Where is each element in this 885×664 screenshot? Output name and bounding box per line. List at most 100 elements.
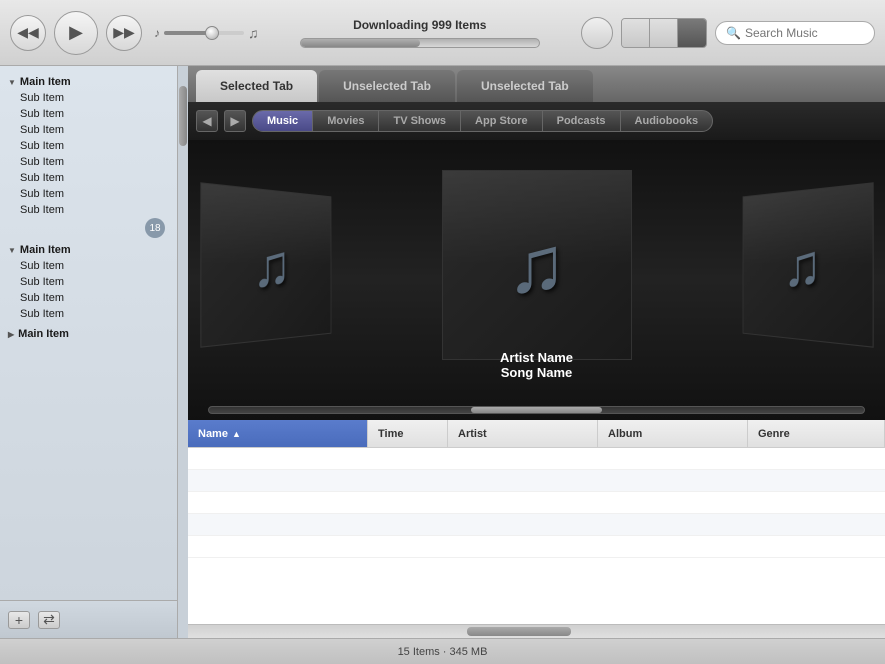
sidebar-sub-item-1-1[interactable]: Sub Item [0,90,177,106]
col-header-album[interactable]: Album [598,420,748,447]
prev-button[interactable]: ◀◀ [10,15,46,51]
volume-thumb [205,26,219,40]
add-button[interactable]: + [8,611,30,629]
artist-name: Artist Name [500,350,573,365]
volume-min-icon: ♪ [154,26,160,40]
album-card-right1[interactable]: ♫ [742,182,873,348]
sidebar: ▼ Main Item Sub Item Sub Item Sub Item S… [0,66,178,638]
sidebar-main-label-2: Main Item [20,244,71,256]
nav-tv-shows[interactable]: TV Shows [379,111,461,131]
album-art-right1: ♫ [742,182,873,348]
table-rows [188,448,885,624]
table-row[interactable] [188,536,885,558]
tab-unselected-2[interactable]: Unselected Tab [457,70,593,102]
sidebar-sub-item-2-1[interactable]: Sub Item [0,258,177,274]
table-row[interactable] [188,492,885,514]
col-genre-label: Genre [758,428,790,440]
tab-unselected-1[interactable]: Unselected Tab [319,70,455,102]
cover-flow[interactable]: ♫ ♫ ♫ ♫ [188,140,885,420]
view-btn-list[interactable] [622,19,650,47]
triangle-icon-1: ▼ [8,78,16,87]
cover-flow-scrollbar[interactable] [208,406,865,414]
sidebar-section-2: ▼ Main Item Sub Item Sub Item Sub Item S… [0,242,177,322]
status-text: 15 Items · 345 MB [398,646,488,658]
shuffle-button[interactable]: ⇄ [38,611,60,629]
nav-bar: ◀ ▶ Music Movies TV Shows App Store Podc… [188,102,885,140]
horizontal-scrollbar[interactable] [188,624,885,638]
nav-podcasts[interactable]: Podcasts [543,111,621,131]
sidebar-scroll-thumb [179,86,187,146]
next-button[interactable]: ▶▶ [106,15,142,51]
view-buttons [621,18,707,48]
cover-flow-scroll-thumb [471,407,602,413]
sidebar-sub-item-1-2[interactable]: Sub Item [0,106,177,122]
status-bar: 15 Items · 345 MB [0,638,885,664]
sidebar-sub-item-2-2[interactable]: Sub Item [0,274,177,290]
sidebar-section-3: ▶ Main Item [0,326,177,342]
sidebar-scrollbar[interactable] [178,66,188,638]
table-header: Name ▲ Time Artist Album Genre [188,420,885,448]
sidebar-content: ▼ Main Item Sub Item Sub Item Sub Item S… [0,66,177,600]
tab-selected[interactable]: Selected Tab [196,70,317,102]
sidebar-sub-item-1-5[interactable]: Sub Item [0,154,177,170]
col-album-label: Album [608,428,642,440]
volume-max-icon: ♫ [248,25,259,41]
table-row[interactable] [188,514,885,536]
album-art-left1: ♫ [200,182,331,348]
col-time-label: Time [378,428,403,440]
nav-app-store[interactable]: App Store [461,111,543,131]
badge-container-1: 18 [0,218,177,238]
nav-audiobooks[interactable]: Audiobooks [621,111,713,131]
album-art-center: ♫ [442,170,632,360]
view-btn-coverflow[interactable] [678,19,706,47]
search-icon: 🔍 [726,26,741,40]
play-button[interactable]: ▶ [54,11,98,55]
content-area: Selected Tab Unselected Tab Unselected T… [188,66,885,638]
tabs-row: Selected Tab Unselected Tab Unselected T… [188,66,885,102]
sidebar-footer: + ⇄ [0,600,177,638]
artist-info: Artist Name Song Name [500,350,573,380]
search-box[interactable]: 🔍 [715,21,875,45]
nav-movies[interactable]: Movies [313,111,379,131]
sidebar-main-item-1[interactable]: ▼ Main Item [0,74,177,90]
sidebar-main-item-2[interactable]: ▼ Main Item [0,242,177,258]
col-header-name[interactable]: Name ▲ [188,420,368,447]
progress-area: Downloading 999 Items [267,18,574,48]
sidebar-sub-item-1-3[interactable]: Sub Item [0,122,177,138]
album-card-center[interactable]: ♫ [442,170,632,360]
view-btn-grid[interactable] [650,19,678,47]
sidebar-sub-item-1-7[interactable]: Sub Item [0,186,177,202]
col-header-time[interactable]: Time [368,420,448,447]
sidebar-sub-item-1-4[interactable]: Sub Item [0,138,177,154]
progress-bar-container [300,38,540,48]
col-header-genre[interactable]: Genre [748,420,885,447]
col-artist-label: Artist [458,428,487,440]
album-card-left1[interactable]: ♫ [200,182,331,348]
toolbar-right: 🔍 [581,17,875,49]
music-note-right1: ♫ [783,230,822,301]
triangle-icon-2: ▼ [8,246,16,255]
downloading-title: Downloading 999 Items [353,18,486,32]
sidebar-main-item-3[interactable]: ▶ Main Item [0,326,177,342]
sidebar-sub-item-1-6[interactable]: Sub Item [0,170,177,186]
badge-1: 18 [145,218,165,238]
sidebar-sub-item-1-8[interactable]: Sub Item [0,202,177,218]
sidebar-sub-item-2-4[interactable]: Sub Item [0,306,177,322]
music-note-center: ♫ [507,219,567,311]
sort-arrow-icon: ▲ [232,429,241,439]
music-note-left1: ♫ [251,230,290,301]
col-header-artist[interactable]: Artist [448,420,598,447]
sidebar-sub-item-2-3[interactable]: Sub Item [0,290,177,306]
nav-back-button[interactable]: ◀ [196,110,218,132]
search-input[interactable] [745,26,865,40]
table-area: Name ▲ Time Artist Album Genre [188,420,885,624]
nav-forward-button[interactable]: ▶ [224,110,246,132]
table-row[interactable] [188,470,885,492]
nav-music[interactable]: Music [253,111,313,131]
circle-button[interactable] [581,17,613,49]
triangle-icon-3: ▶ [8,330,14,339]
h-scrollbar-thumb [467,627,572,636]
volume-slider[interactable] [164,31,244,35]
volume-area: ♪ ♫ [154,25,259,41]
table-row[interactable] [188,448,885,470]
